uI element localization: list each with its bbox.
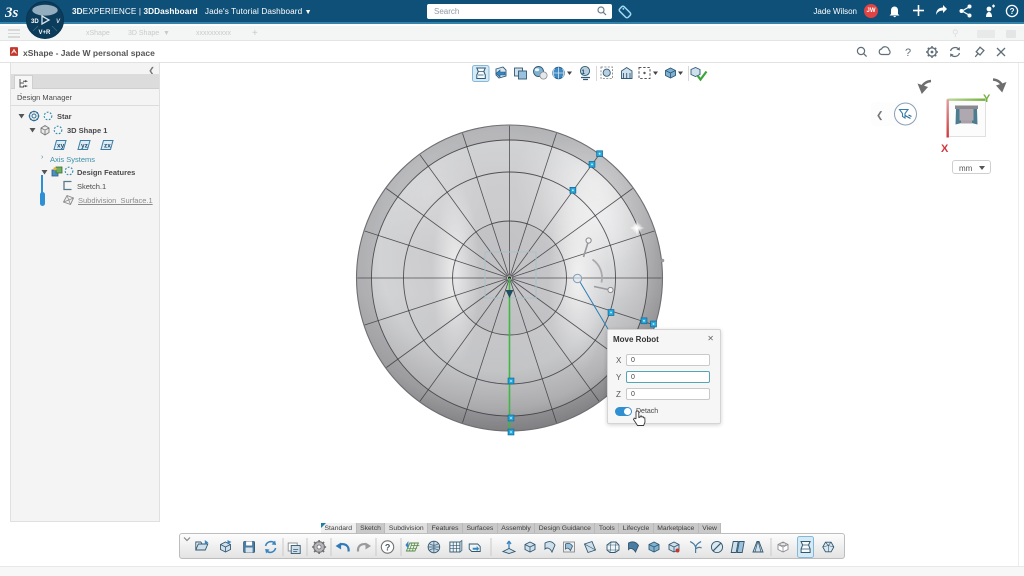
svg-text:V+R: V+R — [39, 30, 52, 36]
svg-text:❮: ❮ — [876, 110, 884, 121]
svg-text:?: ? — [1010, 7, 1015, 16]
svg-text:X: X — [941, 143, 949, 155]
svg-text:3s: 3s — [4, 5, 19, 21]
svg-text:?: ? — [385, 542, 391, 552]
svg-text:zx: zx — [104, 143, 111, 150]
svg-text:3D: 3D — [31, 19, 39, 25]
svg-text:yz: yz — [81, 143, 89, 150]
svg-text:xy: xy — [57, 143, 65, 150]
svg-text:?: ? — [905, 47, 911, 59]
